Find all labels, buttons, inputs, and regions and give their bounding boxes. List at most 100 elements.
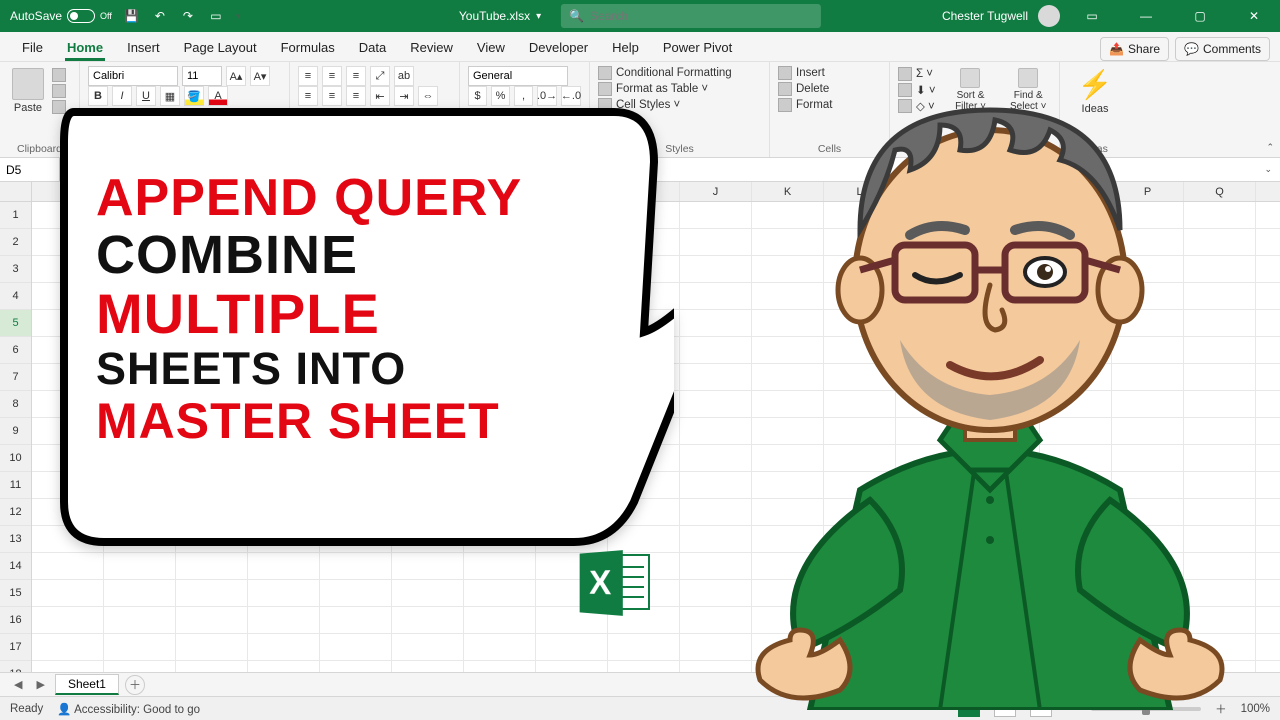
font-size-select[interactable] [182, 66, 222, 86]
decrease-decimal-icon[interactable]: ←.0 [561, 86, 581, 106]
paste-button[interactable]: Paste [8, 66, 48, 116]
save-icon[interactable]: 💾 [124, 8, 140, 24]
tab-file[interactable]: File [10, 34, 55, 61]
italic-icon[interactable]: I [112, 86, 132, 106]
autosave-toggle[interactable]: AutoSave Off [10, 9, 112, 23]
undo-icon[interactable]: ↶ [152, 8, 168, 24]
insert-cells-button[interactable]: Insert [778, 66, 881, 80]
number-format-select[interactable] [468, 66, 568, 86]
column-header[interactable]: C [176, 182, 248, 201]
close-button[interactable]: ✕ [1232, 0, 1276, 32]
row-header[interactable]: 15 [0, 580, 31, 607]
row-header[interactable]: 4 [0, 283, 31, 310]
maximize-button[interactable]: ▢ [1178, 0, 1222, 32]
fx-icon[interactable]: fx [60, 163, 89, 177]
column-header[interactable]: G [464, 182, 536, 201]
zoom-out-button[interactable]: — [1066, 703, 1078, 715]
user-name[interactable]: Chester Tugwell [942, 9, 1028, 23]
align-bottom-icon[interactable]: ≡ [346, 66, 366, 86]
column-header[interactable]: L [824, 182, 896, 201]
font-color-icon[interactable]: A [208, 86, 228, 106]
format-cells-button[interactable]: Format [778, 98, 881, 112]
row-header[interactable]: 12 [0, 499, 31, 526]
spreadsheet-grid[interactable]: ABCDEFGHIJKLMNOPQ 1234567891011121314151… [0, 182, 1280, 672]
column-header[interactable]: K [752, 182, 824, 201]
tab-view[interactable]: View [465, 34, 517, 61]
font-name-select[interactable] [88, 66, 178, 86]
delete-cells-button[interactable]: Delete [778, 82, 881, 96]
row-header[interactable]: 17 [0, 634, 31, 661]
selected-cell[interactable] [248, 310, 320, 337]
copy-icon[interactable] [52, 84, 66, 98]
name-box[interactable]: D5 [0, 158, 60, 181]
align-left-icon[interactable]: ≡ [298, 86, 318, 106]
touch-mode-icon[interactable]: ▭ [208, 8, 224, 24]
row-header[interactable]: 10 [0, 445, 31, 472]
row-header[interactable]: 7 [0, 364, 31, 391]
fill-button[interactable]: ⬇ ˅ [898, 83, 936, 97]
tab-review[interactable]: Review [398, 34, 465, 61]
column-header[interactable]: D [248, 182, 320, 201]
row-header[interactable]: 11 [0, 472, 31, 499]
column-headers[interactable]: ABCDEFGHIJKLMNOPQ [32, 182, 1280, 202]
column-header[interactable]: M [896, 182, 968, 201]
tab-power-pivot[interactable]: Power Pivot [651, 34, 744, 61]
redo-icon[interactable]: ↷ [180, 8, 196, 24]
column-header[interactable]: J [680, 182, 752, 201]
row-header[interactable]: 9 [0, 418, 31, 445]
comma-icon[interactable]: , [514, 86, 533, 106]
zoom-in-button[interactable]: ＋ [1215, 701, 1227, 717]
cells-area[interactable] [32, 202, 1280, 672]
expand-formula-icon[interactable]: ⌄ [1264, 164, 1280, 175]
row-header[interactable]: 2 [0, 229, 31, 256]
sheet-nav-prev-icon[interactable]: ◀ [10, 678, 26, 691]
column-header[interactable]: B [104, 182, 176, 201]
underline-icon[interactable]: U [136, 86, 156, 106]
filename-button[interactable]: YouTube.xlsx ▾ [459, 9, 541, 23]
new-sheet-button[interactable]: ＋ [125, 675, 145, 695]
row-header[interactable]: 18 [0, 661, 31, 672]
sort-filter-button[interactable]: Sort & Filter ˅ [950, 66, 992, 114]
sheet-tab-sheet1[interactable]: Sheet1 [55, 674, 119, 695]
column-header[interactable]: E [320, 182, 392, 201]
conditional-formatting-button[interactable]: Conditional Formatting [598, 66, 761, 80]
align-right-icon[interactable]: ≡ [346, 86, 366, 106]
ribbon-display-icon[interactable]: ▭ [1070, 0, 1114, 32]
cell-styles-button[interactable]: Cell Styles ˅ [598, 98, 761, 112]
column-header[interactable]: A [32, 182, 104, 201]
ideas-button[interactable]: ⚡ Ideas [1068, 66, 1122, 117]
normal-view-icon[interactable] [958, 701, 980, 717]
row-header[interactable]: 8 [0, 391, 31, 418]
fill-color-icon[interactable]: 🪣 [184, 86, 204, 106]
tab-page-layout[interactable]: Page Layout [172, 34, 269, 61]
increase-indent-icon[interactable]: ⇥ [394, 86, 414, 106]
format-as-table-button[interactable]: Format as Table ˅ [598, 82, 761, 96]
column-header[interactable]: O [1040, 182, 1112, 201]
sheet-nav-next-icon[interactable]: ▶ [32, 678, 48, 691]
row-header[interactable]: 3 [0, 256, 31, 283]
row-header[interactable]: 5 [0, 310, 31, 337]
tab-formulas[interactable]: Formulas [269, 34, 347, 61]
qat-dropdown-icon[interactable]: ▾ [236, 11, 241, 22]
search-input[interactable] [590, 9, 813, 23]
clear-button[interactable]: ◇ ˅ [898, 99, 936, 113]
tab-home[interactable]: Home [55, 34, 115, 61]
find-select-button[interactable]: Find & Select ˅ [1005, 66, 1051, 114]
align-middle-icon[interactable]: ≡ [322, 66, 342, 86]
column-header[interactable]: I [608, 182, 680, 201]
user-avatar-icon[interactable] [1038, 5, 1060, 27]
select-all-button[interactable] [0, 182, 32, 202]
format-painter-icon[interactable] [52, 100, 66, 114]
increase-decimal-icon[interactable]: .0→ [537, 86, 557, 106]
toggle-off-icon[interactable] [67, 9, 95, 23]
decrease-font-icon[interactable]: A▾ [250, 66, 270, 86]
row-header[interactable]: 16 [0, 607, 31, 634]
border-icon[interactable]: ▦ [160, 86, 180, 106]
tab-data[interactable]: Data [347, 34, 398, 61]
autosum-button[interactable]: Σ ˅ [898, 67, 936, 81]
row-headers[interactable]: 12345678910111213141516171819 [0, 202, 32, 672]
zoom-slider[interactable] [1091, 707, 1201, 711]
bold-icon[interactable]: B [88, 86, 108, 106]
align-top-icon[interactable]: ≡ [298, 66, 318, 86]
column-header[interactable]: N [968, 182, 1040, 201]
